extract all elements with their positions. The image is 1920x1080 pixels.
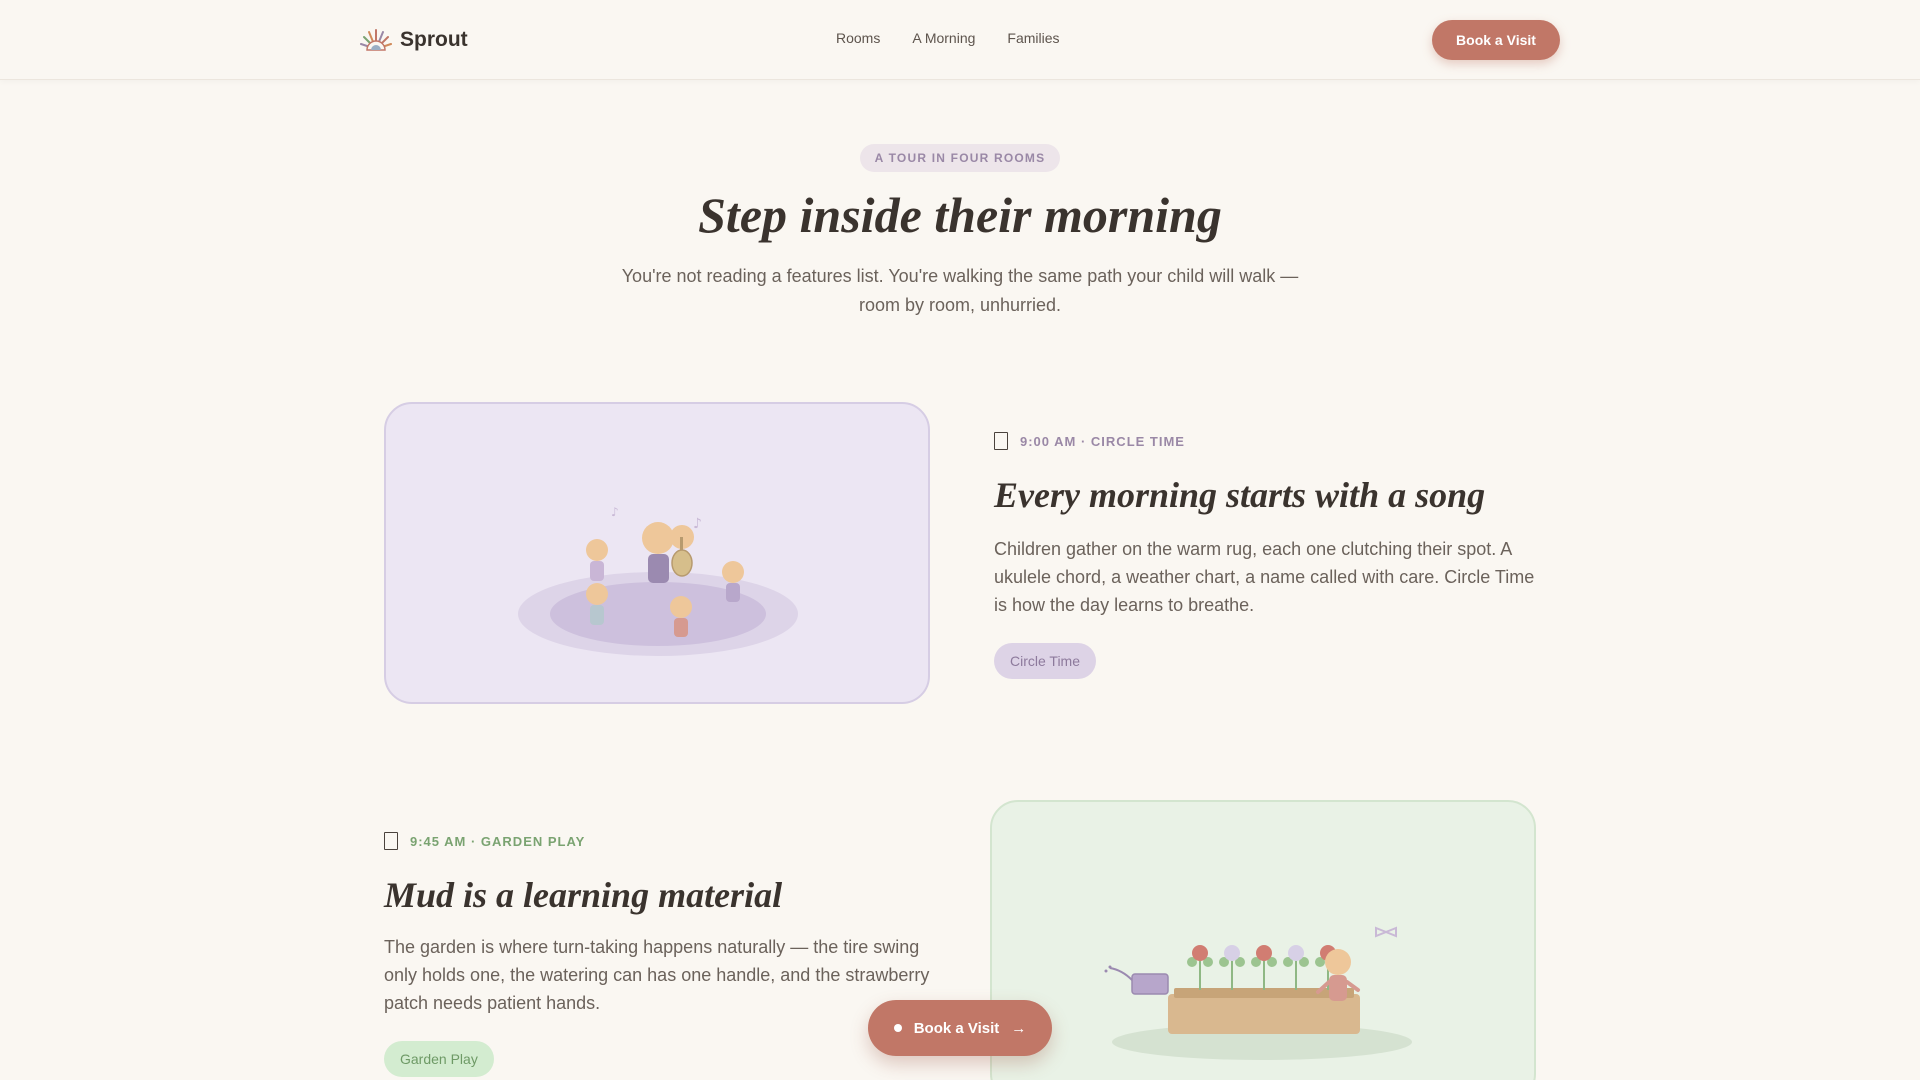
nav-link-rooms[interactable]: Rooms [836,30,880,46]
floating-cta-label: Book a Visit [913,1019,1000,1037]
top-navigation: Sprout Rooms A Morning Families Book a V… [0,0,1920,80]
circle-time-title: Every morning starts with a song [994,475,1486,515]
circle-time-time-label: 9:00 AM · CIRCLE TIME [1020,433,1185,449]
garden-illustration-card [990,800,1536,1080]
brand-logo-link[interactable]: Sprout [360,24,468,56]
garden-play-meta: 9:45 AM · GARDEN PLAY [384,832,585,850]
nav-link-a-morning[interactable]: A Morning [912,30,975,46]
garden-play-time-label: 9:45 AM · GARDEN PLAY [410,833,586,849]
clipboard-icon [384,832,398,850]
garden-play-chip[interactable]: Garden Play [384,1041,494,1077]
dot-icon [893,1024,902,1032]
circle-time-body: Children gather on the warm rug, each on… [994,539,1535,615]
arrow-right-icon: → [1011,1019,1027,1037]
hero-subtitle: You're not reading a features list. You'… [621,266,1299,315]
floating-book-visit-button[interactable]: Book a Visit → [868,1000,1052,1056]
hero-title: Step inside their morning [698,187,1222,243]
brand-name: Sprout [400,28,468,51]
garden-illustration [1104,926,1412,1060]
hero-eyebrow-badge: A TOUR IN FOUR ROOMS [860,144,1060,172]
svg-text:♪: ♪ [611,505,619,519]
circle-time-illustration-card: ♪ ♪ [384,402,930,704]
circle-time-meta: 9:00 AM · CIRCLE TIME [994,432,1185,450]
book-visit-button[interactable]: Book a Visit [1432,20,1560,60]
garden-play-title: Mud is a learning material [384,875,783,915]
nav-links: Rooms A Morning Families [836,30,1060,46]
svg-text:♪: ♪ [693,516,702,532]
circle-time-chip[interactable]: Circle Time [994,643,1097,679]
garden-play-body: The garden is where turn-taking happens … [384,937,930,1013]
clipboard-icon [994,432,1008,450]
sun-logo-icon [360,29,392,51]
circle-time-illustration: ♪ ♪ [518,505,798,656]
nav-link-families[interactable]: Families [1007,30,1059,46]
